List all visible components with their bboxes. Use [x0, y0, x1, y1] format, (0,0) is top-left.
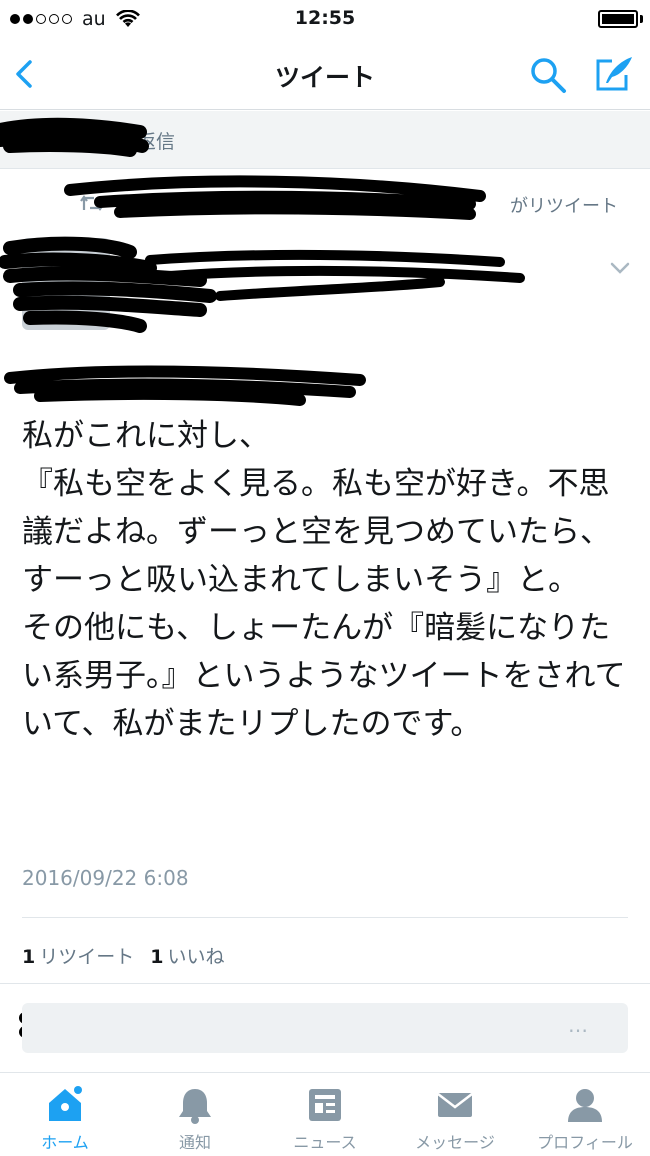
reply-context-banner[interactable]: の返信	[0, 111, 650, 169]
bottom-tab-bar: ホーム 通知 ニュース メッセージ プロフィール	[0, 1072, 650, 1156]
divider	[0, 983, 650, 984]
reply-context-text: の返信	[118, 131, 176, 153]
retweeted-by-text: がリツイート	[510, 196, 618, 217]
home-icon	[49, 1086, 82, 1121]
reply-input[interactable]: …	[22, 1003, 628, 1053]
battery-icon	[598, 10, 638, 28]
chevron-down-icon[interactable]	[608, 258, 632, 278]
tab-label: プロフィール	[537, 1133, 633, 1152]
tab-messages[interactable]: メッセージ	[390, 1073, 520, 1156]
tab-news[interactable]: ニュース	[260, 1073, 390, 1156]
bell-icon	[179, 1089, 211, 1124]
tweet-text: 私がこれに対し、 『私も空をよく見る。私も空が好き。不思議だよね。ずーっと空を見…	[22, 418, 626, 742]
clock: 12:55	[294, 7, 356, 29]
divider	[22, 917, 628, 918]
compose-tweet-icon[interactable]	[592, 53, 634, 95]
engagement-counts: 1 リツイート 1 いいね	[22, 942, 225, 969]
person-icon	[568, 1089, 602, 1122]
news-icon	[309, 1089, 341, 1121]
tab-label: ニュース	[293, 1133, 357, 1152]
tab-label: ホーム	[41, 1133, 89, 1152]
retweeted-by-row[interactable]: がリツイート	[0, 188, 650, 222]
tab-label: 通知	[178, 1133, 211, 1152]
like-count[interactable]: 1 いいね	[150, 942, 224, 969]
tab-home[interactable]: ホーム	[0, 1073, 130, 1156]
status-bar: au 12:55	[0, 0, 650, 40]
tab-notifications[interactable]: 通知	[130, 1073, 260, 1156]
ellipsis-icon: …	[568, 1013, 588, 1037]
navigation-bar: ツイート	[0, 40, 650, 110]
retweet-icon	[80, 195, 104, 211]
retweet-count[interactable]: 1 リツイート	[22, 942, 134, 969]
search-icon[interactable]	[528, 55, 568, 95]
battery-cap	[640, 15, 643, 23]
tab-label: メッセージ	[415, 1133, 495, 1152]
tab-profile[interactable]: プロフィール	[520, 1073, 650, 1156]
tweet-timestamp: 2016/09/22 6:08	[22, 866, 189, 890]
envelope-icon	[437, 1093, 473, 1117]
avatar[interactable]	[22, 238, 110, 330]
